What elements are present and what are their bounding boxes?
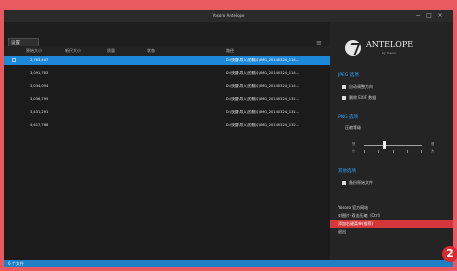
table-row[interactable]: 4,617,768 D:\快捷\导入\的照片\IMG_20140324_132.…	[4, 121, 330, 130]
app-window: Yosoro Antelope − □ × 设置 ≡ 原始大小 新尺大小 质量 …	[4, 10, 453, 267]
close-button[interactable]: ×	[436, 12, 444, 20]
options-sidebar: ANTELOPE by Yosoro JPEG 选项 自动调整方向 删除 EXI…	[330, 22, 453, 260]
slider-tick	[393, 150, 394, 153]
row-checkbox[interactable]	[12, 58, 16, 62]
status-bar: 6 个文件	[4, 260, 453, 267]
checkbox-icon[interactable]	[342, 96, 346, 100]
header-original-size[interactable]: 原始大小	[26, 48, 42, 54]
header-path[interactable]: 路径	[226, 48, 234, 54]
slider-tick	[421, 150, 422, 153]
minimize-button[interactable]: −	[414, 12, 422, 20]
compression-fast-label: 快	[352, 142, 356, 146]
compression-slider-ticks	[364, 150, 422, 153]
file-path: D:\快捷\导入\的照片\IMG_20140324_114...	[226, 71, 300, 75]
brand-subtitle: by Yosoro	[382, 51, 397, 55]
exit-link[interactable]: 退出	[330, 228, 453, 236]
maximize-button[interactable]: □	[425, 12, 433, 20]
compress-shortcut-link[interactable]: 对图片-双击压缩（Ctrl）	[330, 212, 453, 220]
file-path: D:\快捷\导入\的照片\IMG_20140324_114...	[226, 58, 300, 62]
original-size: 4,617,768	[30, 123, 49, 127]
original-size: 3,431,291	[30, 110, 49, 114]
original-size: 2,763,447	[30, 58, 49, 62]
slider-tick	[378, 150, 379, 153]
header-status[interactable]: 状态	[147, 48, 155, 54]
file-path: D:\快捷\导入\的照片\IMG_20140324_114...	[226, 84, 300, 88]
compression-small-label: 小	[352, 149, 356, 153]
compression-slider-thumb[interactable]	[382, 141, 386, 149]
header-new-size[interactable]: 新尺大小	[65, 48, 81, 54]
table-header: 原始大小 新尺大小 质量 状态 路径	[4, 46, 330, 56]
checkbox-icon[interactable]	[342, 85, 346, 89]
auto-rotate-option[interactable]: 自动调整方向	[342, 84, 373, 90]
original-size: 3,036,795	[30, 97, 49, 101]
table-row[interactable]: 3,036,795 D:\快捷\导入\的照片\IMG_20140324_131.…	[4, 95, 330, 104]
table-row[interactable]: 3,091,783 D:\快捷\导入\的照片\IMG_20140324_114.…	[4, 69, 330, 78]
table-row[interactable]: 2,763,447 D:\快捷\导入\的照片\IMG_20140324_114.…	[4, 56, 330, 65]
remove-exif-label: 删除 EXIF 数据	[349, 95, 377, 100]
window-title: Yosoro Antelope	[212, 13, 245, 18]
table-row[interactable]: 3,431,291 D:\快捷\导入\的照片\IMG_20140324_131.…	[4, 108, 330, 117]
header-quality[interactable]: 质量	[107, 48, 115, 54]
brand-name: ANTELOPE	[366, 40, 414, 49]
compression-slow-label: 慢	[431, 142, 435, 146]
title-bar: Yosoro Antelope − □ ×	[4, 10, 453, 22]
compression-slider-track[interactable]	[364, 145, 422, 146]
png-options-heading: PNG 选项	[338, 115, 358, 120]
backup-original-option[interactable]: 备份原始文件	[342, 180, 373, 186]
annotation-badge: 2	[442, 246, 457, 262]
file-path: D:\快捷\导入\的照片\IMG_20140324_132...	[226, 123, 300, 127]
file-table: 原始大小 新尺大小 质量 状态 路径 2,763,447 D:\快捷\导入\的照…	[4, 46, 330, 260]
auto-rotate-label: 自动调整方向	[349, 84, 373, 89]
antelope-logo-icon	[345, 40, 361, 56]
backup-original-label: 备份原始文件	[349, 180, 373, 185]
file-options-heading: 其他选项	[338, 169, 356, 174]
jpeg-options-heading: JPEG 选项	[338, 73, 359, 78]
original-size: 3,034,094	[30, 84, 49, 88]
file-path: D:\快捷\导入\的照片\IMG_20140324_131...	[226, 97, 300, 101]
add-context-menu-link[interactable]: 添加右键菜单(推荐)	[330, 220, 453, 228]
slider-tick	[407, 150, 408, 153]
file-path: D:\快捷\导入\的照片\IMG_20140324_131...	[226, 110, 300, 114]
table-row[interactable]: 3,034,094 D:\快捷\导入\的照片\IMG_20140324_114.…	[4, 82, 330, 91]
compression-level-label: 压缩等级	[345, 125, 361, 130]
slider-tick	[364, 150, 365, 153]
checkbox-icon[interactable]	[342, 181, 346, 185]
original-size: 3,091,783	[30, 71, 49, 75]
remove-exif-option[interactable]: 删除 EXIF 数据	[342, 95, 376, 101]
compression-large-label: 大	[431, 149, 435, 153]
official-site-link[interactable]: Yosoro 官方网站	[330, 204, 453, 212]
